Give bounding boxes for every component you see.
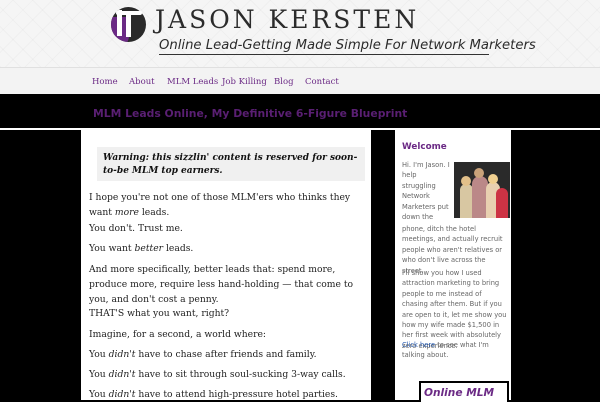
click-here-link[interactable]: Click here xyxy=(402,341,435,349)
sidebar-para: I'll show you how I used attraction mark… xyxy=(402,269,507,350)
site-tagline: Online Lead-Getting Made Simple For Netw… xyxy=(159,38,536,55)
nav-item-home[interactable]: Home xyxy=(92,77,118,87)
online-mlm-banner[interactable]: Online MLM xyxy=(419,381,509,402)
logo-mark xyxy=(116,11,142,15)
warning-text: Warning: this sizzlin' content is reserv… xyxy=(103,153,358,176)
nav-item-contact[interactable]: Contact xyxy=(305,77,339,87)
paragraph: You didn't have to chase after friends a… xyxy=(89,349,317,360)
paragraph: THAT'S what you want, right? xyxy=(89,308,230,319)
page-margin xyxy=(511,130,600,400)
paragraph: You didn't have to sit through soul-suck… xyxy=(89,369,346,380)
banner-text: Online MLM xyxy=(424,387,495,399)
paragraph: Imagine, for a second, a world where: xyxy=(89,329,267,340)
author-photo xyxy=(454,162,510,218)
warning-box: Warning: this sizzlin' content is reserv… xyxy=(97,147,365,181)
nav-item-about[interactable]: About xyxy=(129,77,155,87)
paragraph: And more specifically, better leads that… xyxy=(89,264,354,305)
sidebar-intro: Hi. I'm Jason. I help struggling Network… xyxy=(402,161,450,222)
sidebar-heading: Welcome xyxy=(402,142,447,152)
page-title: MLM Leads Online, My Definitive 6-Figure… xyxy=(93,107,408,120)
paragraph: You want better leads. xyxy=(89,243,194,254)
sidebar-cta: Click here to see what I'm talking about… xyxy=(402,341,489,360)
paragraph: You don't. Trust me. xyxy=(89,223,183,234)
site-title[interactable]: JASON KERSTEN xyxy=(155,4,495,36)
nav-item-blog[interactable]: Blog xyxy=(274,77,294,87)
paragraph: I hope you're not one of those MLM'ers w… xyxy=(89,192,351,218)
nav-item-job-killing[interactable]: Job Killing xyxy=(222,77,267,87)
main-nav: Home About MLM Leads Job Killing Blog Co… xyxy=(0,67,600,95)
site-header: JASON KERSTEN Online Lead-Getting Made S… xyxy=(0,0,600,67)
nav-item-mlm-leads[interactable]: MLM Leads xyxy=(167,77,218,87)
